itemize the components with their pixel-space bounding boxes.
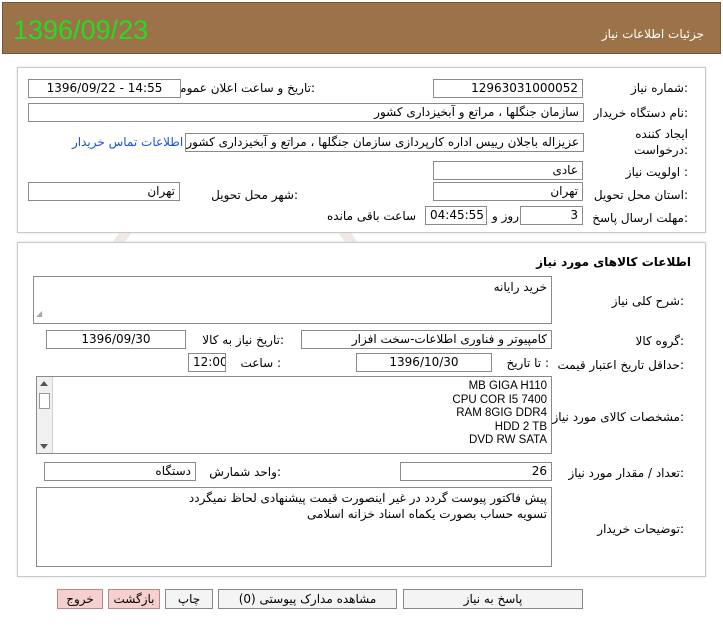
priority-field: عادی xyxy=(433,161,583,180)
buyer-notes-line: پیش فاکتور پیوست گردد در غیر اینصورت قیم… xyxy=(188,491,547,505)
spec-line: DVD RW SATA xyxy=(469,434,547,446)
buyer-org-label: نام دستگاه خریدار: xyxy=(593,106,689,120)
goods-group-label: گروه کالا: xyxy=(635,334,685,348)
exit-button[interactable]: خروج xyxy=(57,589,103,609)
spec-line: RAM 8GIG DDR4 xyxy=(456,407,547,419)
buyer-notes-field: پیش فاکتور پیوست گردد در غیر اینصورت قیم… xyxy=(36,487,552,567)
back-button[interactable]: بازگشت xyxy=(108,589,160,609)
requester-label-line2: درخواست: xyxy=(634,143,688,157)
days-word: روز و xyxy=(492,209,519,223)
remaining-word: ساعت باقی مانده xyxy=(327,209,417,223)
requester-field: عزیزاله باجلان رییس اداره کارپردازی سازم… xyxy=(185,133,584,152)
date-stamp: 1396/09/23 xyxy=(13,15,149,45)
city-label: شهر محل تحویل: xyxy=(211,188,298,202)
scroll-thumb[interactable] xyxy=(39,393,50,409)
page-header: 1396/09/23 جزئیات اطلاعات نیاز xyxy=(2,2,721,54)
spec-line: MB GIGA H110 xyxy=(468,380,547,392)
until-date-field: 1396/10/30 xyxy=(356,353,492,372)
buyer-notes-label: توضیحات خریدار: xyxy=(597,522,684,536)
announce-datetime-label: تاریخ و ساعت اعلان عمومی: xyxy=(170,81,315,95)
specs-label: مشخصات کالای مورد نیاز: xyxy=(552,410,684,424)
deadline-days-field: 3 xyxy=(520,206,583,225)
buyer-org-field: سازمان جنگلها ، مراتع و آبخیزداری کشور xyxy=(28,103,584,122)
buyer-notes-line: تسویه حساب بصورت یکماه اسناد خزانه اسلام… xyxy=(307,507,547,521)
city-field: تهران xyxy=(28,182,180,201)
buyer-contact-link[interactable]: اطلاعات تماس خریدار xyxy=(72,135,183,149)
unit-field: دستگاه xyxy=(44,462,196,481)
need-date-label: تاریخ نیاز به کالا: xyxy=(202,333,284,347)
province-label: استان محل تحویل: xyxy=(593,188,688,202)
announce-datetime-field: 1396/09/22 - 14:55 xyxy=(28,79,181,98)
time-label: ساعت : xyxy=(240,356,281,370)
unit-label: واحد شمارش: xyxy=(209,465,281,479)
scroll-down-icon[interactable] xyxy=(40,444,48,449)
quantity-field: 26 xyxy=(400,462,552,481)
time-field: 12:00 xyxy=(188,353,226,372)
summary-label: شرح کلی نیاز: xyxy=(611,294,684,308)
deadline-time-field: 04:45:55 xyxy=(425,206,487,225)
scroll-up-icon[interactable] xyxy=(40,381,48,386)
until-date-label: تا تاریخ : xyxy=(506,356,549,370)
view-attachments-button[interactable]: مشاهده مدارک پیوستی (0) xyxy=(218,589,397,609)
quantity-label: تعداد / مقدار مورد نیاز: xyxy=(568,466,684,480)
specs-list[interactable]: MB GIGA H110 CPU COR I5 7400 RAM 8GIG DD… xyxy=(36,376,552,454)
print-button[interactable]: چاپ xyxy=(165,589,213,609)
resize-grip-icon: ◢ xyxy=(36,309,43,318)
need-number-label: شماره نیاز: xyxy=(630,81,688,95)
priority-label: اولویت نیاز : xyxy=(625,165,688,179)
requester-label-line1: ایجاد کننده xyxy=(635,127,688,141)
spec-line: HDD 2 TB xyxy=(494,420,547,433)
deadline-label: مهلت ارسال پاسخ: xyxy=(592,211,688,225)
specs-scrollbar[interactable] xyxy=(37,377,53,453)
goods-group-field: کامپیوتر و فناوری اطلاعات-سخت افزار xyxy=(301,330,552,349)
price-validity-label: حداقل تاریخ اعتبار قیمت: xyxy=(557,358,684,372)
summary-field: خرید رایانه ◢ xyxy=(33,276,552,324)
summary-text: خرید رایانه xyxy=(493,280,547,294)
goods-section-title: اطلاعات کالاهای مورد نیاز xyxy=(536,255,691,269)
province-field: تهران xyxy=(433,182,583,201)
page-title: جزئیات اطلاعات نیاز xyxy=(601,27,704,41)
spec-line: CPU COR I5 7400 xyxy=(452,393,547,406)
need-date-field: 1396/09/30 xyxy=(46,330,186,349)
need-number-field: 12963031000052 xyxy=(433,79,583,98)
reply-button[interactable]: پاسخ به نیاز xyxy=(403,589,583,609)
